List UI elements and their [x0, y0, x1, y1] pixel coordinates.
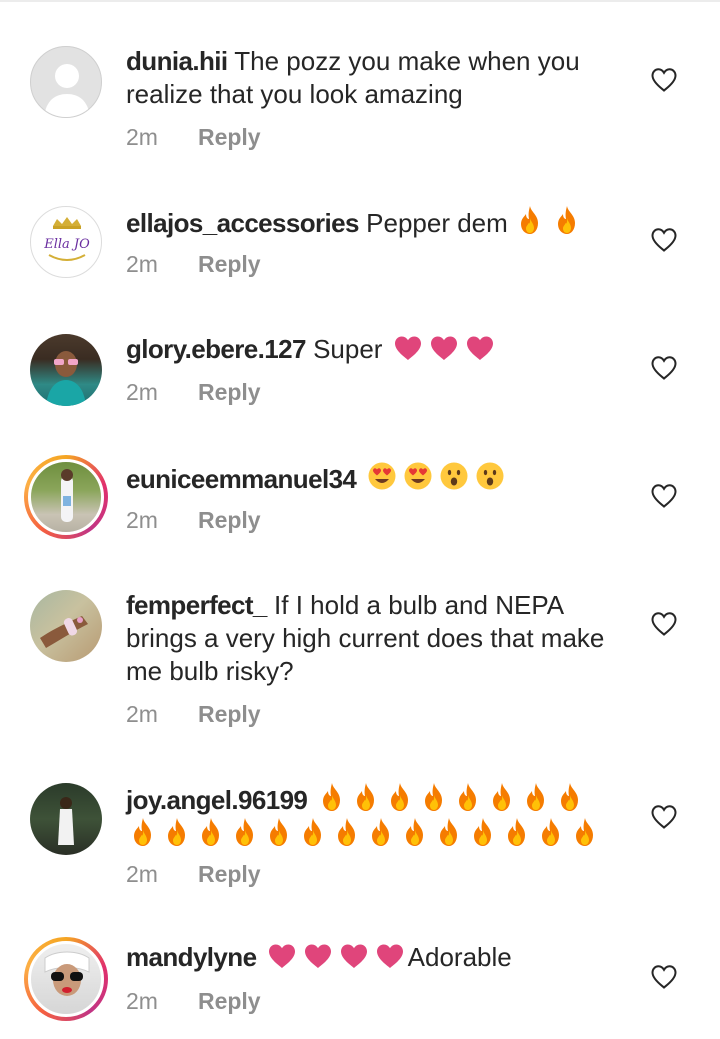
reply-button[interactable]: Reply	[198, 251, 261, 277]
hushed-face-emoji	[439, 461, 469, 491]
fire-emoji	[573, 817, 597, 847]
fire-emoji	[301, 817, 325, 847]
comment-timestamp: 2m	[126, 861, 158, 887]
comment-username[interactable]: euniceemmanuel34	[126, 464, 357, 494]
comment-body: Pepper dem	[366, 208, 508, 238]
pink-heart-emoji	[393, 335, 423, 361]
comment-username[interactable]: ellajos_accessories	[126, 208, 360, 238]
comment-username[interactable]: joy.angel.96199	[126, 785, 308, 815]
comment-text: euniceemmanuel34	[126, 461, 616, 496]
fire-emoji	[165, 817, 189, 847]
comment-text: joy.angel.96199	[126, 782, 616, 852]
comment-body: Super	[313, 334, 383, 364]
fire-emoji	[524, 782, 548, 812]
pink-heart-emoji	[267, 943, 297, 969]
reply-button[interactable]: Reply	[198, 861, 261, 887]
fire-emoji	[403, 817, 427, 847]
fire-emoji	[437, 817, 461, 847]
fire-emoji	[555, 205, 579, 235]
profile-photo	[61, 469, 73, 522]
hushed-face-emoji	[475, 461, 505, 491]
comment-username[interactable]: dunia.hii	[126, 46, 228, 76]
fire-emoji	[335, 817, 359, 847]
comment-meta: 2m Reply	[126, 507, 261, 534]
pink-heart-emoji	[465, 335, 495, 361]
comment-meta: 2m Reply	[126, 701, 261, 728]
comment-body: Adorable	[407, 942, 512, 972]
comment-text: ellajos_accessories Pepper dem	[126, 205, 616, 240]
heart-eyes-emoji	[367, 461, 397, 491]
pink-heart-emoji	[303, 943, 333, 969]
like-heart-icon[interactable]	[650, 611, 678, 637]
comment-meta: 2m Reply	[126, 988, 261, 1015]
profile-photo	[44, 951, 90, 996]
fire-emoji	[320, 782, 344, 812]
like-heart-icon[interactable]	[650, 483, 678, 509]
fire-emoji	[131, 817, 155, 847]
avatar[interactable]	[30, 783, 102, 855]
avatar-story-ring[interactable]	[24, 455, 108, 539]
top-divider	[0, 0, 720, 2]
comment-text: femperfect_ If I hold a bulb and NEPA br…	[126, 589, 616, 688]
fire-emoji	[354, 782, 378, 812]
fire-emoji	[267, 817, 291, 847]
comment-timestamp: 2m	[126, 379, 158, 405]
profile-photo	[46, 351, 86, 406]
fire-emoji	[388, 782, 412, 812]
avatar[interactable]	[30, 590, 102, 662]
reply-button[interactable]: Reply	[198, 701, 261, 727]
avatar[interactable]: Ella JO	[30, 206, 102, 278]
like-heart-icon[interactable]	[650, 67, 678, 93]
heart-eyes-emoji	[403, 461, 433, 491]
comment-username[interactable]: mandylyne	[126, 942, 257, 972]
avatar[interactable]	[30, 334, 102, 406]
default-avatar-icon	[44, 64, 90, 117]
like-heart-icon[interactable]	[650, 227, 678, 253]
fire-emoji	[233, 817, 257, 847]
comment-meta: 2m Reply	[126, 251, 261, 278]
reply-button[interactable]: Reply	[198, 988, 261, 1014]
comment-meta: 2m Reply	[126, 379, 261, 406]
comment-timestamp: 2m	[126, 251, 158, 277]
comment-text: mandylyne Adorable	[126, 941, 616, 974]
reply-button[interactable]: Reply	[198, 379, 261, 405]
reply-button[interactable]: Reply	[198, 507, 261, 533]
comment-timestamp: 2m	[126, 507, 158, 533]
fire-emoji	[539, 817, 563, 847]
comment-username[interactable]: glory.ebere.127	[126, 334, 306, 364]
like-heart-icon[interactable]	[650, 804, 678, 830]
fire-emoji	[558, 782, 582, 812]
profile-photo	[58, 797, 74, 845]
logo-text: Ella JO	[43, 237, 90, 252]
comment-timestamp: 2m	[126, 124, 158, 150]
fire-emoji	[471, 817, 495, 847]
comment-timestamp: 2m	[126, 988, 158, 1014]
profile-photo	[40, 616, 88, 648]
fire-emoji	[490, 782, 514, 812]
pink-heart-emoji	[375, 943, 405, 969]
comment-meta: 2m Reply	[126, 124, 261, 151]
like-heart-icon[interactable]	[650, 964, 678, 990]
fire-emoji	[422, 782, 446, 812]
fire-emoji	[369, 817, 393, 847]
avatar[interactable]	[30, 46, 102, 118]
pink-heart-emoji	[339, 943, 369, 969]
fire-emoji	[456, 782, 480, 812]
comment-text: glory.ebere.127 Super	[126, 333, 616, 366]
comment-username[interactable]: femperfect_	[126, 590, 267, 620]
fire-emoji	[505, 817, 529, 847]
fire-emoji	[518, 205, 542, 235]
ella-jo-logo: Ella JO	[43, 217, 90, 261]
comment-text: dunia.hii The pozz you make when you rea…	[126, 45, 616, 111]
reply-button[interactable]: Reply	[198, 124, 261, 150]
comment-meta: 2m Reply	[126, 861, 261, 888]
avatar-story-ring[interactable]	[24, 937, 108, 1021]
like-heart-icon[interactable]	[650, 355, 678, 381]
comment-timestamp: 2m	[126, 701, 158, 727]
pink-heart-emoji	[429, 335, 459, 361]
fire-emoji	[199, 817, 223, 847]
